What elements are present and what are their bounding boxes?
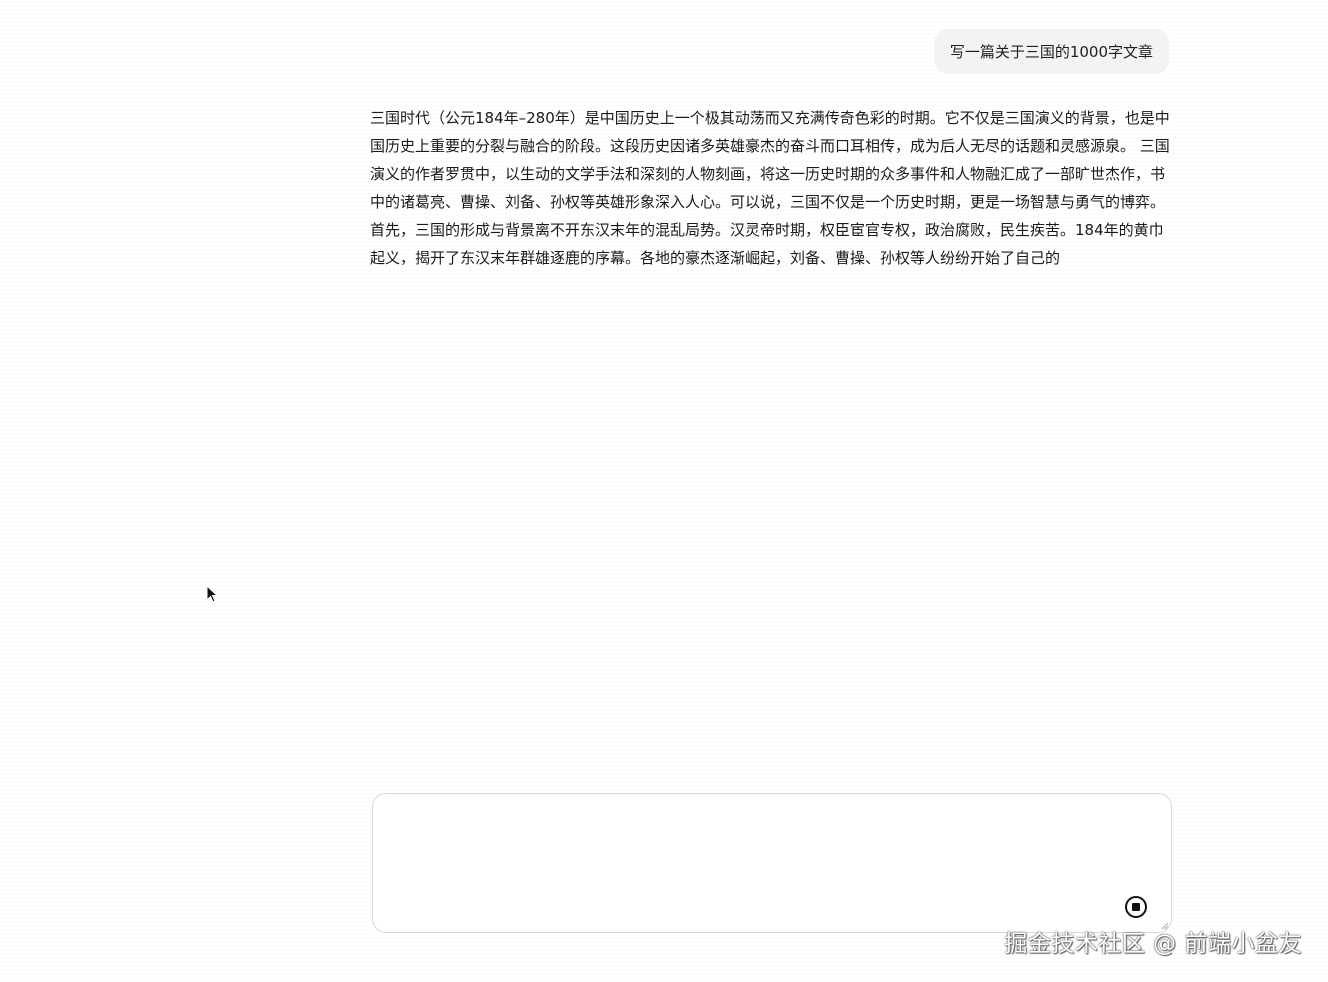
watermark: 掘金技术社区 @ 前端小盆友 (1004, 931, 1302, 957)
stop-generation-button[interactable] (1125, 896, 1147, 918)
user-message-text: 写一篇关于三国的1000字文章 (949, 43, 1153, 61)
stop-icon (1132, 903, 1140, 911)
assistant-reply-text: 三国时代（公元184年–280年）是中国历史上一个极其动荡而又充满传奇色彩的时期… (370, 109, 1170, 267)
chat-page: 写一篇关于三国的1000字文章 三国时代（公元184年–280年）是中国历史上一… (0, 0, 1328, 982)
message-composer (372, 793, 1172, 933)
message-input[interactable] (385, 804, 1129, 918)
user-message-bubble: 写一篇关于三国的1000字文章 (933, 29, 1169, 74)
mouse-pointer-icon (206, 585, 218, 603)
